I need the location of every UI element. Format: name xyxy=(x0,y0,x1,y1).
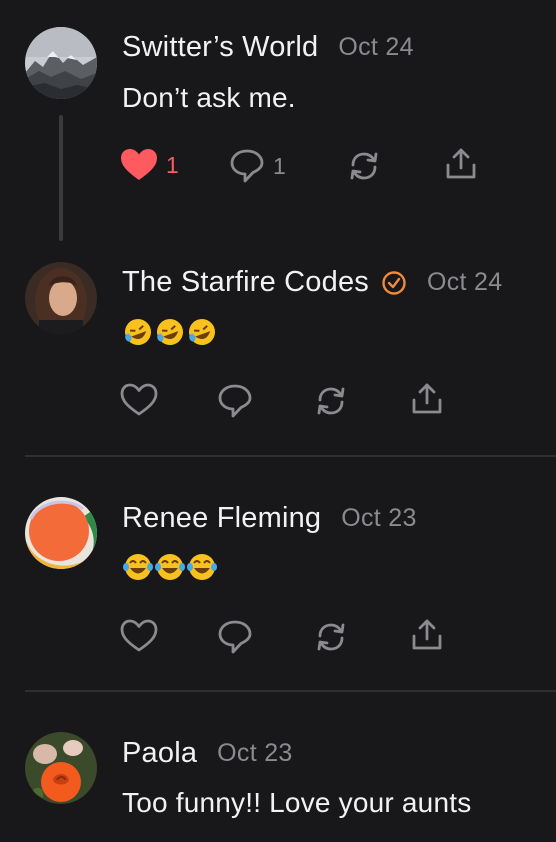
avatar[interactable] xyxy=(25,732,97,804)
avatar[interactable] xyxy=(25,497,97,569)
post-paola[interactable]: Paola Oct 23 Too funny!! Love your aunts xyxy=(0,692,556,842)
share-button[interactable] xyxy=(409,381,445,417)
share-icon xyxy=(412,619,442,650)
thread-line xyxy=(59,115,63,241)
like-button[interactable] xyxy=(120,619,158,653)
post-date: Oct 23 xyxy=(217,739,293,767)
heart-outline-icon xyxy=(120,383,158,416)
tears-of-joy-emoji-icon xyxy=(123,554,217,580)
woman-portrait-avatar xyxy=(25,262,97,334)
post-header: Switter’s World Oct 24 xyxy=(122,31,414,64)
comment-icon xyxy=(218,384,252,418)
reply-button[interactable]: 1 xyxy=(229,148,286,184)
author-name[interactable]: Switter’s World xyxy=(122,31,318,64)
verified-badge-icon xyxy=(381,270,407,296)
post-date: Oct 24 xyxy=(427,268,503,296)
heart-filled-icon xyxy=(121,149,157,180)
post-renee-fleming[interactable]: Renee Fleming Oct 23 xyxy=(0,457,556,691)
repost-icon xyxy=(317,387,345,415)
author-name[interactable]: Paola xyxy=(122,737,197,770)
post-date: Oct 24 xyxy=(338,33,414,61)
rose-flower-avatar xyxy=(25,732,97,804)
post-text: Don’t ask me. xyxy=(122,82,296,113)
post-header: The Starfire Codes Oct 24 xyxy=(122,266,502,299)
heart-outline-icon xyxy=(120,619,158,652)
mountain-landscape-avatar xyxy=(25,27,97,99)
share-icon xyxy=(412,383,442,414)
emoji-row xyxy=(122,316,218,348)
reply-count: 1 xyxy=(273,152,286,179)
author-name[interactable]: Renee Fleming xyxy=(122,502,321,535)
share-button[interactable] xyxy=(443,146,479,182)
post-header: Renee Fleming Oct 23 xyxy=(122,502,417,535)
author-name[interactable]: The Starfire Codes xyxy=(122,266,369,299)
reply-button[interactable] xyxy=(217,383,253,419)
comment-icon xyxy=(218,620,252,654)
post-starfire-codes[interactable]: The Starfire Codes Oct 24 xyxy=(0,240,556,456)
avatar[interactable] xyxy=(25,27,97,99)
post-text: Too funny!! Love your aunts xyxy=(122,787,472,818)
like-button[interactable] xyxy=(120,383,158,417)
avatar[interactable] xyxy=(25,262,97,334)
repost-button[interactable] xyxy=(313,619,349,655)
post-date: Oct 23 xyxy=(341,504,417,532)
like-button[interactable]: 1 xyxy=(120,148,179,182)
share-icon xyxy=(446,148,476,179)
comment-icon xyxy=(230,149,264,183)
emoji-row xyxy=(122,551,218,583)
repost-button[interactable] xyxy=(313,383,349,419)
share-button[interactable] xyxy=(409,617,445,653)
reply-button[interactable] xyxy=(217,619,253,655)
repost-icon xyxy=(317,623,345,651)
post-header: Paola Oct 23 xyxy=(122,737,293,770)
rofl-emoji-icon xyxy=(125,319,215,345)
repost-button[interactable] xyxy=(346,148,382,184)
like-count: 1 xyxy=(166,151,179,178)
orange-circle-avatar xyxy=(25,497,97,569)
post-switters-world[interactable]: Switter’s World Oct 24 Don’t ask me. 1 1 xyxy=(0,0,556,241)
repost-icon xyxy=(350,152,378,180)
